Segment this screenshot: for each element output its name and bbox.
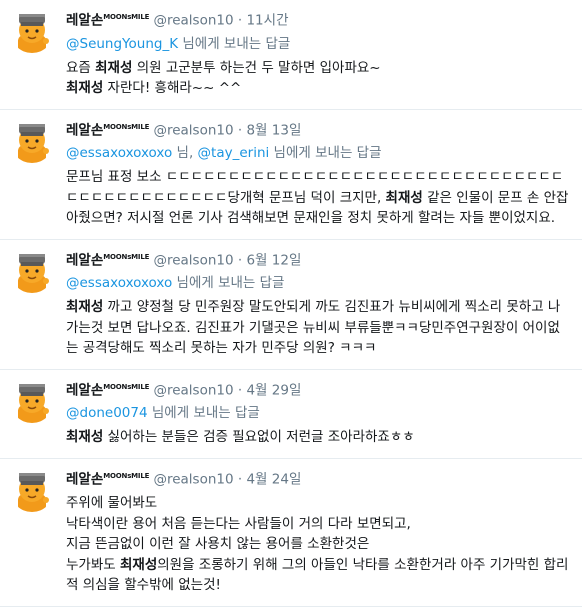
reply-suffix: 님에게 보내는 답글	[151, 405, 260, 421]
reply-suffix: 님에게 보내는 답글	[176, 275, 285, 291]
tweet-timestamp[interactable]: 11시간	[246, 13, 288, 29]
avatar[interactable]	[10, 9, 54, 53]
tweet-timestamp[interactable]: 4월 29일	[246, 382, 301, 398]
tweet-text: 문프님 표정 보소 ㄷㄷㄷㄷㄷㄷㄷㄷㄷㄷㄷㄷㄷㄷㄷㄷㄷㄷㄷㄷㄷㄷㄷㄷㄷㄷㄷㄷㄷㄷ…	[66, 167, 572, 229]
tweet-text-line: 문프님 표정 보소 ㄷㄷㄷㄷㄷㄷㄷㄷㄷㄷㄷㄷㄷㄷㄷㄷㄷㄷㄷㄷㄷㄷㄷㄷㄷㄷㄷㄷㄷㄷ…	[66, 167, 572, 229]
replying-to: @done0074 님에게 보내는 답글	[66, 403, 572, 423]
replying-to: @SeungYoung_K 님에게 보내는 답글	[66, 34, 572, 54]
text-segment: 누가봐도	[66, 556, 120, 573]
separator-dot: ·	[233, 252, 247, 268]
separator-dot: ·	[233, 382, 247, 398]
replying-to: @essaxoxoxoxo 님에게 보내는 답글	[66, 273, 572, 293]
avatar[interactable]	[10, 378, 54, 423]
reply-mention-link[interactable]: @SeungYoung_K	[66, 36, 178, 52]
reply-mention-link[interactable]: @essaxoxoxoxo	[66, 275, 172, 291]
replying-to: @essaxoxoxoxo 님, @tay_erini 님에게 보내는 답글	[66, 143, 572, 163]
tweet-feed: 레알손MOONsMILE @realson10 · 11시간 @SeungYoun…	[0, 0, 582, 607]
highlighted-keyword: 최재성	[95, 59, 133, 76]
tweet-text-line: 요즘 최재성 의원 고군분투 하는건 두 말하면 입아파요~	[66, 58, 572, 79]
reply-suffix: 님에게 보내는 답글	[273, 145, 382, 161]
display-name[interactable]: 레알손	[66, 122, 103, 138]
highlighted-keyword: 최재성	[385, 189, 423, 206]
separator-dot: ·	[233, 12, 247, 29]
avatar[interactable]	[10, 248, 54, 293]
name-badge: MOONsMILE	[103, 471, 150, 480]
tweet-header: 레알손MOONsMILE @realson10 · 8월 13일	[66, 117, 572, 141]
tweet-timestamp[interactable]: 6월 12일	[246, 252, 301, 268]
tweet-text-line: 최재성 까고 양정철 당 민주원장 말도안되게 까도 김진표가 뉴비씨에게 찍소…	[66, 297, 572, 359]
reply-suffix: 님에게 보내는 답글	[182, 35, 291, 52]
display-name[interactable]: 레알손	[66, 13, 103, 29]
tweet[interactable]: 레알손MOONsMILE @realson10 · 4월 29일 @done007…	[0, 370, 582, 459]
avatar[interactable]	[10, 118, 54, 163]
reply-mention-link[interactable]: @tay_erini	[198, 145, 270, 161]
mention-separator: 님,	[172, 145, 198, 161]
tweet-text: 최재성 싫어하는 분들은 검증 필요없이 저런글 조아라하죠ㅎㅎ	[66, 427, 572, 448]
tweet[interactable]: 레알손MOONsMILE @realson10 · 11시간 @SeungYoun…	[0, 0, 582, 110]
text-segment: 자란다! 흥해라~~ ^^	[103, 80, 242, 96]
display-name[interactable]: 레알손	[66, 382, 103, 398]
text-segment: 요즘	[66, 59, 96, 76]
highlighted-keyword: 최재성	[66, 299, 104, 315]
user-handle[interactable]: @realson10	[153, 13, 233, 29]
user-handle[interactable]: @realson10	[153, 471, 233, 487]
text-segment: 의원 고군분투 하는건 두 말하면 입아파요~	[132, 59, 381, 76]
tweet[interactable]: 레알손MOONsMILE @realson10 · 4월 24일주위에 물어봐도…	[0, 459, 582, 607]
separator-dot: ·	[233, 471, 247, 487]
reply-mention-link[interactable]: @done0074	[66, 405, 148, 421]
user-handle[interactable]: @realson10	[153, 252, 233, 268]
highlighted-keyword: 최재성	[66, 80, 104, 96]
tweet-text-line: 주위에 물어봐도	[66, 493, 572, 514]
text-segment: 주위에 물어봐도	[66, 495, 158, 511]
tweet-header: 레알손MOONsMILE @realson10 · 11시간	[66, 7, 572, 31]
name-badge: MOONsMILE	[103, 382, 150, 391]
text-segment: 싫어하는 분들은 검증 필요없이 저런글 조아라하죠ㅎㅎ	[103, 429, 415, 445]
text-segment: 까고 양정철 당 민주원장 말도안되게 까도 김진표가 뉴비씨에게 찍소리 못하…	[66, 299, 561, 356]
tweet[interactable]: 레알손MOONsMILE @realson10 · 6월 12일 @essaxox…	[0, 240, 582, 370]
tweet-timestamp[interactable]: 4월 24일	[246, 471, 301, 487]
tweet-text: 요즘 최재성 의원 고군분투 하는건 두 말하면 입아파요~ 최재성 자란다! 흥…	[66, 58, 572, 99]
tweet[interactable]: 레알손MOONsMILE @realson10 · 8월 13일 @essaxox…	[0, 110, 582, 240]
text-segment: 낙타색이란 용어 처음 듣는다는 사람들이 거의 다라 보면되고,	[66, 515, 411, 532]
tweet-timestamp[interactable]: 8월 13일	[246, 122, 301, 138]
highlighted-keyword: 최재성	[119, 556, 158, 573]
name-badge: MOONsMILE	[103, 13, 150, 21]
tweet-text-line: 누가봐도 최재성의원을 조롱하기 위해 그의 아들인 낙타를 소환한거라 아주 …	[66, 555, 572, 596]
tweet-text-line: 지금 뜬금없이 이런 잘 사용치 않는 용어를 소환한것은	[66, 534, 572, 555]
avatar[interactable]	[10, 467, 54, 512]
tweet-text-line: 최재성 싫어하는 분들은 검증 필요없이 저런글 조아라하죠ㅎㅎ	[66, 427, 572, 448]
separator-dot: ·	[233, 122, 247, 138]
name-badge: MOONsMILE	[103, 122, 150, 131]
tweet-text: 최재성 까고 양정철 당 민주원장 말도안되게 까도 김진표가 뉴비씨에게 찍소…	[66, 297, 572, 359]
tweet-header: 레알손MOONsMILE @realson10 · 6월 12일	[66, 247, 572, 271]
tweet-text-line: 낙타색이란 용어 처음 듣는다는 사람들이 거의 다라 보면되고,	[66, 514, 572, 535]
display-name[interactable]: 레알손	[66, 471, 103, 487]
reply-mention-link[interactable]: @essaxoxoxoxo	[66, 145, 172, 161]
name-badge: MOONsMILE	[103, 252, 150, 261]
display-name[interactable]: 레알손	[66, 252, 103, 268]
user-handle[interactable]: @realson10	[153, 382, 233, 398]
highlighted-keyword: 최재성	[66, 429, 104, 445]
tweet-header: 레알손MOONsMILE @realson10 · 4월 24일	[66, 466, 572, 490]
text-segment: 지금 뜬금없이 이런 잘 사용치 않는 용어를 소환한것은	[66, 536, 370, 552]
user-handle[interactable]: @realson10	[153, 122, 233, 138]
tweet-text: 주위에 물어봐도낙타색이란 용어 처음 듣는다는 사람들이 거의 다라 보면되고…	[66, 493, 572, 596]
tweet-header: 레알손MOONsMILE @realson10 · 4월 29일	[66, 377, 572, 401]
tweet-text-line: 최재성 자란다! 흥해라~~ ^^	[66, 78, 572, 99]
